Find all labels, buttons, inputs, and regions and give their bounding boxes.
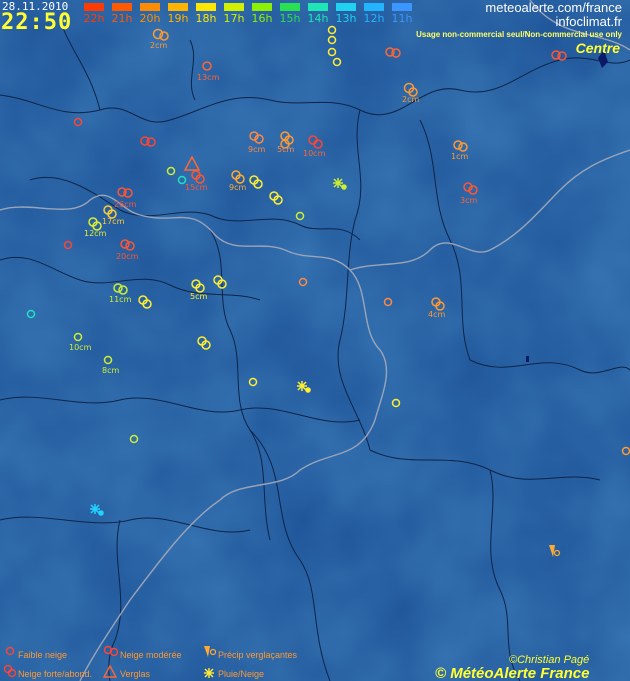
weather-map: 28.11.2010 22:50 22h 21h 20h 19h 18h 17h… bbox=[0, 0, 630, 681]
light-snow-icon bbox=[73, 117, 83, 127]
legend-rain-snow: Pluie/Neige bbox=[218, 669, 265, 679]
light-snow-icon bbox=[5, 646, 15, 656]
moderate-snow-icon bbox=[152, 28, 169, 41]
freezing-precip-icon bbox=[204, 646, 217, 657]
snow-depth-label: 15cm bbox=[185, 183, 208, 192]
legend-heavy-snow: Neige forte/abond. bbox=[18, 669, 93, 679]
light-snow-icon bbox=[26, 309, 36, 319]
heavy-snow-icon bbox=[269, 191, 283, 205]
heavy-snow-icon bbox=[308, 135, 323, 149]
snow-depth-label: 9cm bbox=[229, 183, 247, 192]
light-snow-icon bbox=[383, 297, 393, 307]
legend-freezing-precip: Précip verglaçantes bbox=[218, 650, 298, 660]
snow-flake-icon bbox=[26, 25, 630, 456]
light-snow-icon bbox=[248, 377, 258, 387]
heavy-snow-icon bbox=[249, 175, 263, 189]
light-snow-icon bbox=[63, 240, 73, 250]
heavy-snow-icon bbox=[191, 279, 205, 293]
light-snow-icon bbox=[621, 446, 630, 456]
brand-credit: © MétéoAlerte France bbox=[435, 665, 590, 681]
snow-depth-label: 10cm bbox=[303, 149, 326, 158]
moderate-snow-icon bbox=[117, 187, 133, 198]
moderate-snow-icon bbox=[463, 182, 478, 195]
legend-moderate-snow: Neige modérée bbox=[120, 650, 182, 660]
freezing-precip-icon bbox=[549, 545, 561, 557]
station-symbols bbox=[26, 25, 630, 557]
light-snow-icon bbox=[73, 332, 83, 342]
snow-depth-label: 2cm bbox=[150, 41, 168, 50]
moderate-snow-icon bbox=[551, 50, 567, 61]
snow-depth-label: 20cm bbox=[116, 252, 139, 261]
snow-depth-label: 11cm bbox=[109, 295, 132, 304]
moderate-snow-icon bbox=[453, 140, 468, 152]
snow-depth-label: 10cm bbox=[69, 343, 92, 352]
legend-light-snow: Faible neige bbox=[18, 650, 68, 660]
heavy-snow-icon bbox=[431, 297, 445, 311]
heavy-snow-icon bbox=[3, 664, 17, 678]
heavy-snow-icon bbox=[191, 170, 205, 184]
heavy-snow-icon bbox=[249, 131, 264, 144]
moderate-snow-icon bbox=[113, 283, 128, 295]
light-snow-icon bbox=[298, 277, 308, 287]
snow-depth-label: 5cm bbox=[277, 145, 295, 154]
snow-depth-label: 13cm bbox=[197, 73, 220, 82]
heavy-snow-icon bbox=[213, 275, 227, 289]
light-snow-icon bbox=[202, 61, 212, 71]
moderate-snow-icon bbox=[103, 645, 119, 657]
light-snow-icon bbox=[295, 211, 305, 221]
snow-depth-label: 1cm bbox=[451, 152, 469, 161]
snow-depth-label: 26cm bbox=[114, 200, 137, 209]
moderate-snow-icon bbox=[385, 47, 401, 58]
heavy-snow-icon bbox=[138, 295, 152, 309]
snow-depth-label: 3cm bbox=[460, 196, 478, 205]
moderate-snow-icon bbox=[120, 239, 135, 251]
heavy-snow-icon bbox=[231, 170, 245, 184]
snow-depth-label: 2cm bbox=[402, 95, 420, 104]
moderate-snow-icon bbox=[140, 136, 156, 147]
ice-warning-icon bbox=[102, 664, 118, 678]
snow-depth-label: 12cm bbox=[84, 229, 107, 238]
light-snow-icon bbox=[166, 166, 176, 176]
ice-warning-icon bbox=[183, 155, 201, 171]
light-snow-icon bbox=[129, 434, 139, 444]
rain-snow-icon bbox=[90, 178, 347, 516]
snow-depth-label: 9cm bbox=[248, 145, 266, 154]
legend-ice: Verglas bbox=[120, 669, 151, 679]
snow-depth-label: 8cm bbox=[102, 366, 120, 375]
light-snow-icon bbox=[391, 398, 401, 408]
snow-depth-label: 17cm bbox=[102, 217, 125, 226]
heavy-snow-icon bbox=[197, 336, 211, 350]
light-snow-icon bbox=[103, 355, 113, 365]
rain-snow-icon bbox=[204, 668, 214, 678]
heavy-snow-icon bbox=[327, 25, 342, 67]
snow-depth-label: 4cm bbox=[428, 310, 446, 319]
snow-depth-label: 5cm bbox=[190, 292, 208, 301]
